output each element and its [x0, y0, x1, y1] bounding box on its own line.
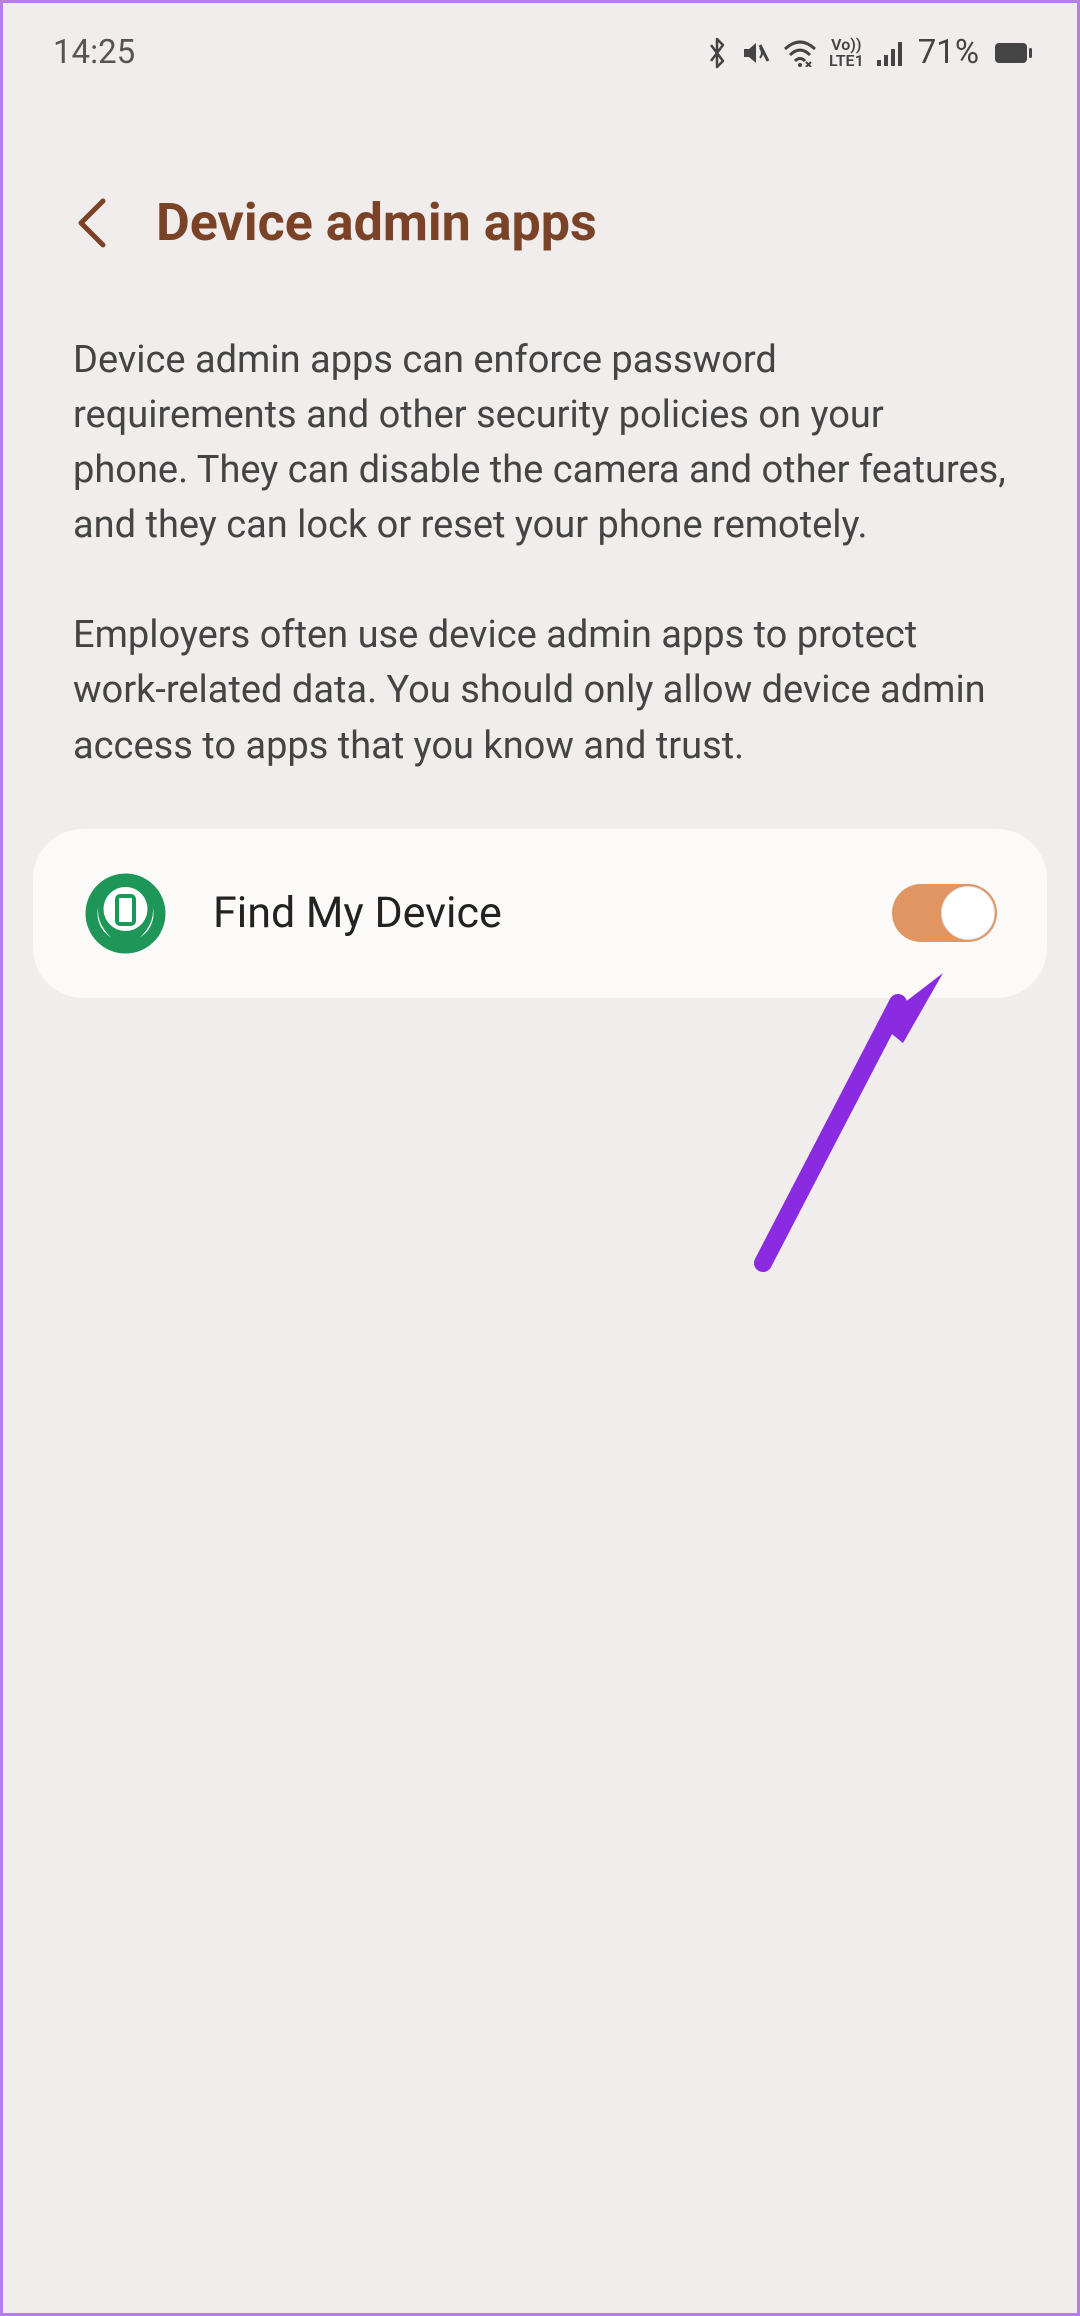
annotation-arrow: [703, 963, 963, 1293]
description-para-2: Employers often use device admin apps to…: [73, 608, 1007, 773]
mute-icon: [741, 38, 771, 68]
app-list-item[interactable]: Find My Device: [33, 829, 1047, 998]
status-time: 14:25: [53, 33, 135, 72]
back-button[interactable]: [73, 193, 111, 253]
battery-icon: [995, 43, 1027, 63]
wifi-icon: [783, 39, 817, 67]
volte-icon: Vo)) LTE1: [829, 37, 864, 69]
app-toggle[interactable]: [892, 884, 997, 942]
page-header: Device admin apps: [3, 92, 1077, 293]
page-title: Device admin apps: [156, 192, 597, 253]
signal-icon: [876, 40, 906, 66]
bluetooth-icon: [705, 37, 729, 69]
description-para-1: Device admin apps can enforce password r…: [73, 333, 1007, 553]
find-my-device-icon: [83, 871, 168, 956]
battery-percent: 71%: [918, 33, 979, 72]
status-icons: Vo)) LTE1 71%: [705, 33, 1027, 72]
status-bar: 14:25 Vo)) LTE1: [3, 3, 1077, 92]
app-name-label: Find My Device: [213, 888, 847, 938]
toggle-knob: [941, 886, 995, 940]
page-description: Device admin apps can enforce password r…: [3, 293, 1077, 774]
